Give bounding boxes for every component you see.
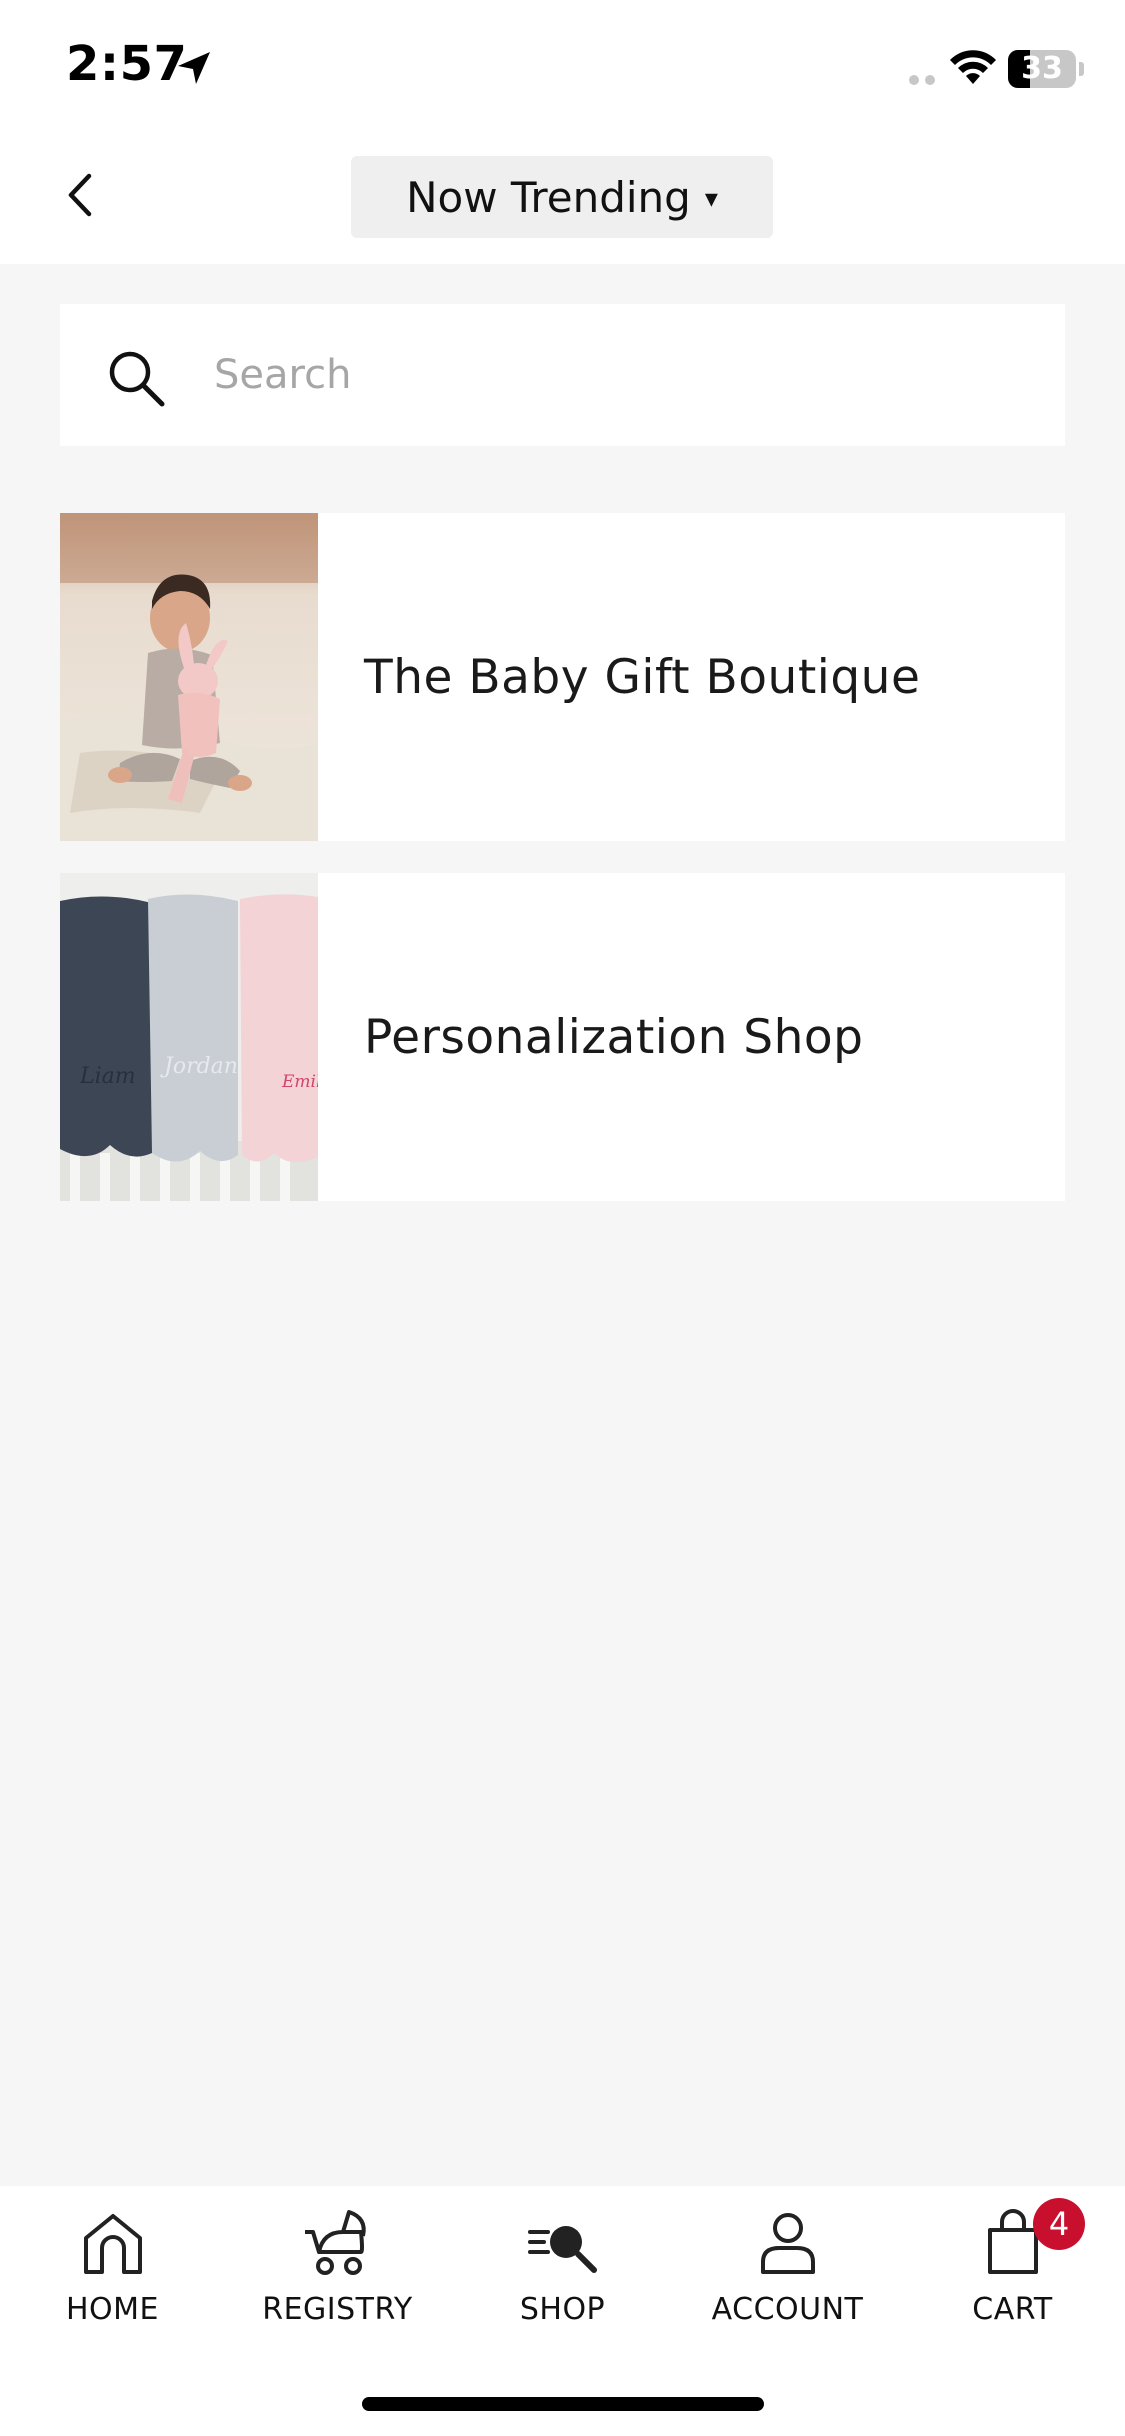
stroller-icon: [304, 2210, 366, 2275]
category-label: The Baby Gift Boutique: [364, 649, 921, 705]
nav-header: Now Trending ▾: [0, 130, 1125, 264]
blanket-name-liam: Liam: [79, 1064, 136, 1089]
blanket-name-jordan: Jordan: [160, 1054, 238, 1079]
page-title: Now Trending: [406, 172, 691, 222]
caret-down-icon: ▾: [704, 184, 718, 214]
search-icon: [109, 351, 165, 407]
search-input[interactable]: [214, 340, 1014, 410]
account-icon: [760, 2213, 815, 2274]
tab-registry[interactable]: REGISTRY: [225, 2186, 450, 2336]
category-card-personalization-shop[interactable]: Liam Jordan Emil Personalization Shop: [60, 873, 1065, 1201]
battery-indicator: 33: [1008, 50, 1086, 88]
cellular-signal-icon: [909, 75, 935, 85]
home-indicator: [362, 2397, 764, 2411]
personalization-shop-image: Liam Jordan Emil: [60, 873, 318, 1201]
home-icon: [83, 2214, 142, 2274]
battery-level: 33: [1021, 51, 1063, 86]
tab-label: CART: [972, 2292, 1053, 2327]
chevron-left-icon: [68, 173, 92, 217]
back-button[interactable]: [50, 160, 110, 230]
tab-label: ACCOUNT: [711, 2292, 864, 2327]
tab-account[interactable]: ACCOUNT: [675, 2186, 900, 2336]
category-card-baby-gift-boutique[interactable]: The Baby Gift Boutique: [60, 513, 1065, 841]
category-label: Personalization Shop: [364, 1009, 864, 1065]
search-bar[interactable]: [60, 304, 1065, 446]
location-arrow-icon: [178, 52, 210, 84]
tab-label: REGISTRY: [262, 2292, 413, 2327]
tab-label: HOME: [65, 2292, 159, 2327]
screen: 2:57 33 Now Trending ▾ Search The Baby G…: [0, 0, 1125, 2436]
baby-gift-boutique-image: [60, 513, 318, 841]
tab-cart[interactable]: CART: [900, 2186, 1125, 2336]
wifi-icon: [950, 50, 996, 84]
title-dropdown[interactable]: Now Trending ▾: [351, 156, 773, 238]
status-time: 2:57: [66, 36, 188, 92]
tab-shop[interactable]: SHOP: [450, 2186, 675, 2336]
blanket-name-emil: Emil: [281, 1072, 318, 1092]
status-bar: 2:57 33: [0, 0, 1125, 130]
shop-search-icon: [527, 2226, 597, 2273]
tab-home[interactable]: HOME: [0, 2186, 225, 2336]
tab-label: SHOP: [519, 2292, 606, 2327]
cart-count-badge: 4: [1033, 2198, 1085, 2250]
